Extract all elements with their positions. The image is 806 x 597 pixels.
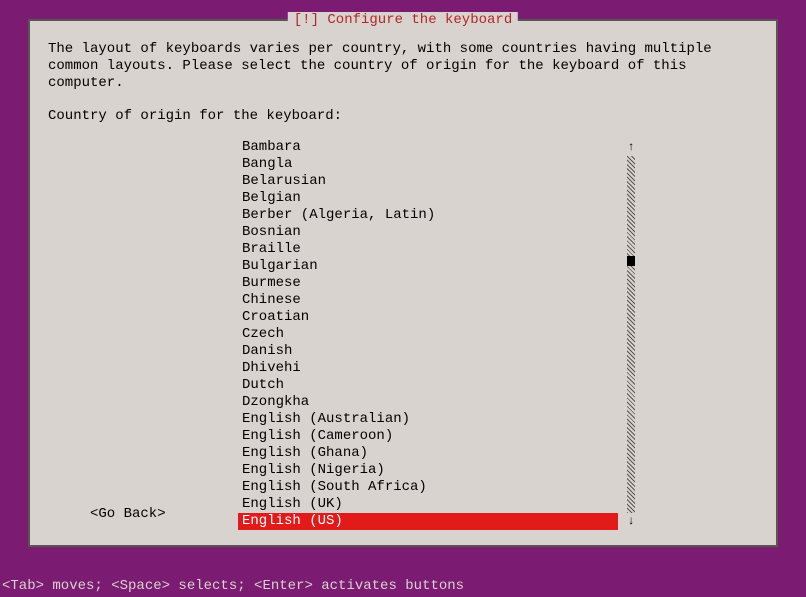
prompt-label: Country of origin for the keyboard: <box>48 108 758 125</box>
list-item[interactable]: Bangla <box>238 156 618 173</box>
instruction-text: The layout of keyboards varies per count… <box>48 41 758 92</box>
scrollbar[interactable]: ↑ ↓ <box>626 139 636 530</box>
list-item[interactable]: Belarusian <box>238 173 618 190</box>
list-item[interactable]: Berber (Algeria, Latin) <box>238 207 618 224</box>
list-item[interactable]: Danish <box>238 343 618 360</box>
list-item[interactable]: English (Australian) <box>238 411 618 428</box>
list-item[interactable]: Czech <box>238 326 618 343</box>
scroll-up-icon[interactable]: ↑ <box>627 139 634 156</box>
scroll-thumb[interactable] <box>627 256 635 266</box>
list-item[interactable]: Bambara <box>238 139 618 156</box>
list-item[interactable]: English (Cameroon) <box>238 428 618 445</box>
list-item[interactable]: English (Ghana) <box>238 445 618 462</box>
list-item[interactable]: Chinese <box>238 292 618 309</box>
list-item[interactable]: Belgian <box>238 190 618 207</box>
help-line: <Tab> moves; <Space> selects; <Enter> ac… <box>2 578 464 595</box>
list-item[interactable]: Braille <box>238 241 618 258</box>
list-item[interactable]: Dhivehi <box>238 360 618 377</box>
scroll-track[interactable] <box>627 156 635 513</box>
keyboard-layout-list[interactable]: BambaraBanglaBelarusianBelgianBerber (Al… <box>238 139 618 530</box>
list-item[interactable]: Burmese <box>238 275 618 292</box>
list-item[interactable]: Dzongkha <box>238 394 618 411</box>
list-item[interactable]: Dutch <box>238 377 618 394</box>
list-item[interactable]: English (South Africa) <box>238 479 618 496</box>
dialog-title: [!] Configure the keyboard <box>294 12 512 28</box>
go-back-button[interactable]: <Go Back> <box>90 506 166 523</box>
list-item[interactable]: English (UK) <box>238 496 618 513</box>
list-item[interactable]: Croatian <box>238 309 618 326</box>
list-item[interactable]: Bulgarian <box>238 258 618 275</box>
dialog-title-wrap: [!] Configure the keyboard <box>288 12 518 29</box>
installer-frame: [!] Configure the keyboard The layout of… <box>10 4 796 577</box>
list-item[interactable]: English (Nigeria) <box>238 462 618 479</box>
list-item[interactable]: Bosnian <box>238 224 618 241</box>
configure-keyboard-dialog: [!] Configure the keyboard The layout of… <box>28 19 778 547</box>
list-item[interactable]: English (US) <box>238 513 618 530</box>
scroll-down-icon[interactable]: ↓ <box>627 513 634 530</box>
